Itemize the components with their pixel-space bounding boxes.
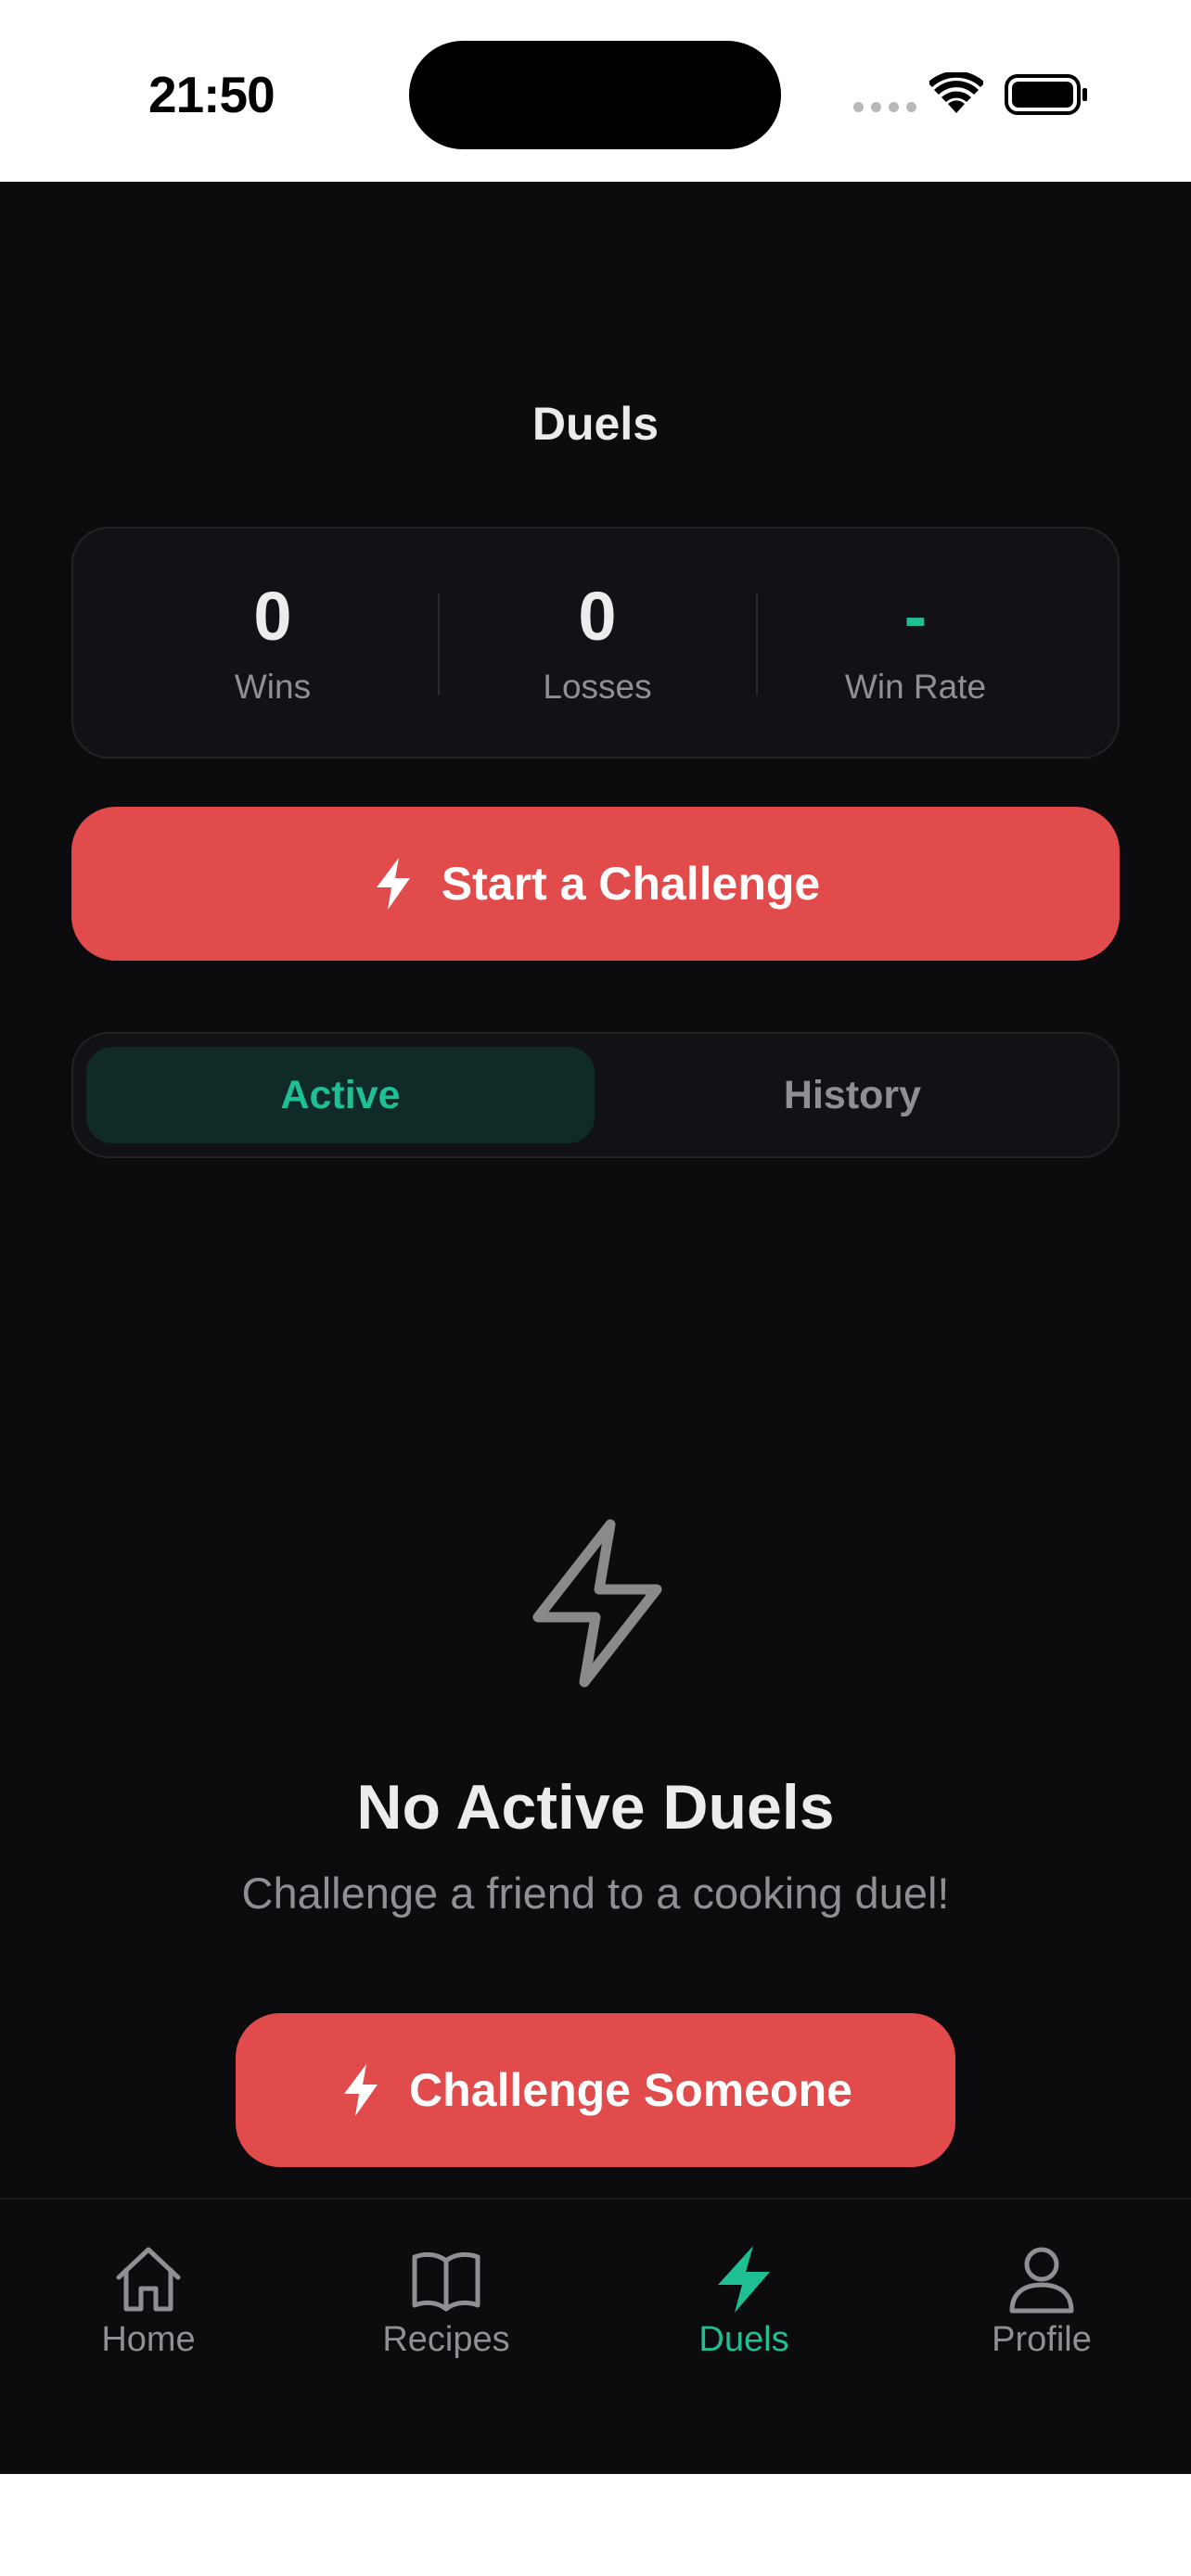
cellular-signal-icon [853,102,916,112]
challenge-someone-button[interactable]: Challenge Someone [236,2013,955,2167]
tab-history[interactable]: History [598,1047,1107,1143]
stat-losses: 0 Losses [440,529,755,760]
book-icon [412,2251,480,2312]
tab-home-label: Home [101,2320,196,2359]
tab-recipes-label: Recipes [382,2320,510,2359]
stat-win-rate-label: Win Rate [844,668,987,706]
bolt-icon [718,2246,770,2313]
status-bar: 21:50 [0,0,1191,182]
start-challenge-label: Start a Challenge [441,858,821,910]
tab-profile[interactable]: Profile [930,2244,1153,2360]
stat-win-rate: - Win Rate [758,529,1073,760]
dynamic-island [409,41,781,149]
empty-state-subtitle: Challenge a friend to a cooking duel! [241,1868,950,1918]
tab-active[interactable]: Active [86,1047,595,1143]
page-title: Duels [531,398,660,450]
stats-card: 0 Wins 0 Losses - Win Rate [71,527,1120,759]
tab-duels-label: Duels [698,2320,789,2359]
app-content: Duels 0 Wins 0 Losses - Win Rate Start a… [0,182,1191,2474]
start-challenge-button[interactable]: Start a Challenge [71,807,1120,961]
home-indicator-area [0,2474,1191,2576]
bolt-icon [376,858,410,910]
tab-home[interactable]: Home [37,2244,260,2360]
duel-segmented-control: Active History [71,1032,1120,1158]
challenge-someone-label: Challenge Someone [409,2064,852,2116]
tab-recipes[interactable]: Recipes [335,2244,557,2360]
stat-wins-label: Wins [234,668,312,706]
stat-losses-label: Losses [543,668,652,706]
stat-win-rate-value: - [903,578,928,655]
screen: 21:50 Duels 0 Wins 0 Losses - Win Rate S… [0,0,1191,2576]
battery-icon [1005,74,1087,115]
bolt-icon [344,2064,378,2116]
status-time: 21:50 [148,66,275,123]
stat-losses-value: 0 [578,578,617,655]
tab-duels[interactable]: Duels [633,2244,855,2360]
stat-wins-value: 0 [253,578,292,655]
stat-wins: 0 Wins [115,529,430,760]
bottom-tab-bar: Home Recipes Duels Profile [0,2198,1191,2474]
user-icon [1009,2247,1074,2314]
tab-profile-label: Profile [992,2320,1092,2359]
wifi-icon [929,72,983,113]
empty-state-title: No Active Duels [356,1772,835,1843]
home-icon [116,2247,181,2312]
bolt-outline-icon [532,1519,662,1688]
